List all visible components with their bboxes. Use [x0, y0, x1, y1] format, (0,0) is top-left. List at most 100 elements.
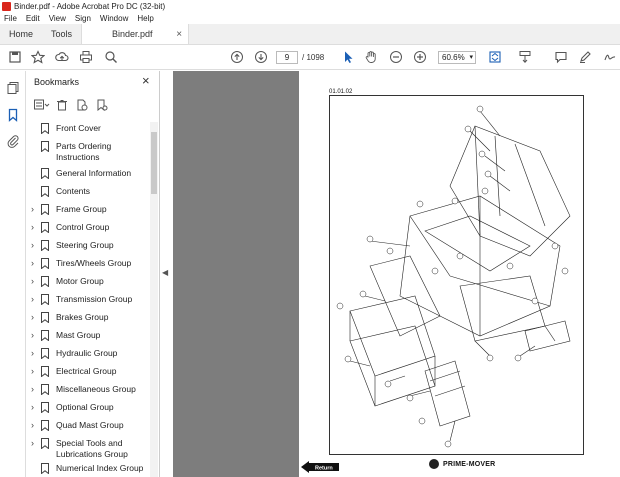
close-panel-icon[interactable]: × [142, 73, 150, 88]
bookmark-label: Quad Mast Group [56, 420, 124, 430]
bookmark-label: Transmission Group [56, 294, 133, 304]
expand-chevron-icon[interactable]: › [26, 222, 38, 232]
tab-document[interactable]: Binder.pdf × [81, 24, 190, 44]
menu-file[interactable]: File [4, 14, 17, 23]
bookmark-icon [41, 276, 49, 287]
bookmark-special-tools-group[interactable]: › Special Tools and Lubrications Group [26, 438, 150, 460]
attachments-icon[interactable] [6, 134, 20, 148]
bookmark-label: Front Cover [56, 123, 101, 133]
bookmark-label: Hydraulic Group [56, 348, 118, 358]
chevron-down-icon: ▾ [469, 54, 473, 61]
highlight-pen-icon[interactable] [577, 49, 593, 65]
select-cursor-icon[interactable] [340, 49, 356, 65]
document-viewer[interactable]: 01.01.02 Return PRIME-MOVER [173, 71, 620, 477]
next-page-icon[interactable] [253, 49, 269, 65]
bookmark-icon [41, 438, 49, 449]
bookmark-miscellaneous-group[interactable]: › Miscellaneous Group [26, 384, 150, 395]
bookmark-icon [41, 240, 49, 251]
expand-chevron-icon[interactable]: › [26, 384, 38, 394]
bookmark-label: Optional Group [56, 402, 114, 412]
return-button[interactable]: Return [301, 461, 339, 473]
page-number-input[interactable]: 9 [276, 51, 298, 64]
bookmark-label: Tires/Wheels Group [56, 258, 132, 268]
options-menu-icon[interactable] [34, 98, 50, 112]
bookmark-label: Frame Group [56, 204, 107, 214]
bookmark-contents[interactable]: Contents [26, 186, 150, 197]
bookmarks-title: Bookmarks [34, 77, 80, 87]
expand-chevron-icon[interactable]: › [26, 366, 38, 376]
menu-edit[interactable]: Edit [26, 14, 40, 23]
scrollbar-thumb[interactable] [151, 132, 157, 194]
save-icon[interactable] [7, 49, 23, 65]
expand-chevron-icon[interactable]: › [26, 204, 38, 214]
expand-chevron-icon[interactable]: › [26, 330, 38, 340]
bookmark-hydraulic-group[interactable]: › Hydraulic Group [26, 348, 150, 359]
navigation-rail [0, 71, 26, 477]
bookmark-label: Steering Group [56, 240, 114, 250]
bookmark-brakes-group[interactable]: › Brakes Group [26, 312, 150, 323]
expand-chevron-icon[interactable]: › [26, 402, 38, 412]
new-bookmark-icon[interactable] [74, 98, 90, 112]
expand-chevron-icon[interactable]: › [26, 258, 38, 268]
expand-chevron-icon[interactable]: › [26, 294, 38, 304]
bookmark-electrical-group[interactable]: › Electrical Group [26, 366, 150, 377]
expand-chevron-icon[interactable]: › [26, 348, 38, 358]
fit-page-icon[interactable] [487, 49, 503, 65]
expand-chevron-icon[interactable]: › [26, 240, 38, 250]
bookmark-steering-group[interactable]: › Steering Group [26, 240, 150, 251]
bookmark-quad-mast-group[interactable]: › Quad Mast Group [26, 420, 150, 431]
bookmark-label: Parts Ordering Instructions [56, 141, 112, 162]
bookmark-front-cover[interactable]: Front Cover [26, 123, 150, 134]
page-thumbnails-icon[interactable] [6, 81, 20, 95]
bookmark-frame-group[interactable]: › Frame Group [26, 204, 150, 215]
bookmark-optional-group[interactable]: › Optional Group [26, 402, 150, 413]
bookmark-motor-group[interactable]: › Motor Group [26, 276, 150, 287]
sign-icon[interactable] [602, 49, 618, 65]
print-icon[interactable] [78, 49, 94, 65]
bookmarks-panel-icon[interactable] [6, 108, 20, 122]
bookmark-numerical-index-group[interactable]: Numerical Index Group [26, 463, 150, 474]
bookmark-mast-group[interactable]: › Mast Group [26, 330, 150, 341]
upload-cloud-icon[interactable] [54, 49, 70, 65]
collapse-panel-icon[interactable]: ◀ [162, 268, 168, 277]
bookmarks-scrollbar[interactable] [150, 122, 158, 477]
tab-home[interactable]: Home [0, 24, 42, 44]
bookmark-icon [41, 463, 49, 474]
zoom-in-icon[interactable] [412, 49, 428, 65]
window-title: Binder.pdf - Adobe Acrobat Pro DC (32-bi… [14, 1, 166, 11]
bookmark-parts-ordering-instructions[interactable]: Parts Ordering Instructions [26, 141, 150, 163]
expand-chevron-icon[interactable]: › [26, 276, 38, 286]
zoom-search-icon[interactable] [103, 49, 119, 65]
menu-help[interactable]: Help [137, 14, 153, 23]
bookmark-control-group[interactable]: › Control Group [26, 222, 150, 233]
bookmark-icon [41, 186, 49, 197]
zoom-level-value: 60.6% [442, 53, 465, 62]
bookmarks-list: Front Cover Parts Ordering Instructions … [26, 123, 150, 477]
bookmark-label: Electrical Group [56, 366, 117, 376]
expand-chevron-icon[interactable]: › [26, 312, 38, 322]
delete-bookmark-icon[interactable] [54, 98, 70, 112]
expand-chevron-icon[interactable]: › [26, 438, 38, 448]
bookmark-label: Brakes Group [56, 312, 109, 322]
bookmark-tires-wheels-group[interactable]: › Tires/Wheels Group [26, 258, 150, 269]
tab-tools[interactable]: Tools [42, 24, 81, 44]
bookmark-general-information[interactable]: General Information [26, 168, 150, 179]
close-tab-icon[interactable]: × [176, 29, 182, 40]
menu-bar: File Edit View Sign Window Help [0, 12, 620, 24]
bookmarks-toolbar [34, 97, 114, 113]
bookmark-transmission-group[interactable]: › Transmission Group [26, 294, 150, 305]
zoom-level-select[interactable]: 60.6% ▾ [438, 51, 476, 64]
comment-icon[interactable] [553, 49, 569, 65]
bookmark-properties-icon[interactable] [94, 98, 110, 112]
expand-chevron-icon[interactable]: › [26, 420, 38, 430]
menu-sign[interactable]: Sign [75, 14, 91, 23]
zoom-out-icon[interactable] [388, 49, 404, 65]
hand-tool-icon[interactable] [363, 49, 379, 65]
menu-view[interactable]: View [49, 14, 66, 23]
scroll-mode-icon[interactable] [517, 49, 533, 65]
previous-page-icon[interactable] [229, 49, 245, 65]
menu-window[interactable]: Window [100, 14, 128, 23]
bookmark-star-icon[interactable] [30, 49, 46, 65]
bookmark-icon [41, 294, 49, 305]
title-bar: Binder.pdf - Adobe Acrobat Pro DC (32-bi… [0, 0, 620, 12]
